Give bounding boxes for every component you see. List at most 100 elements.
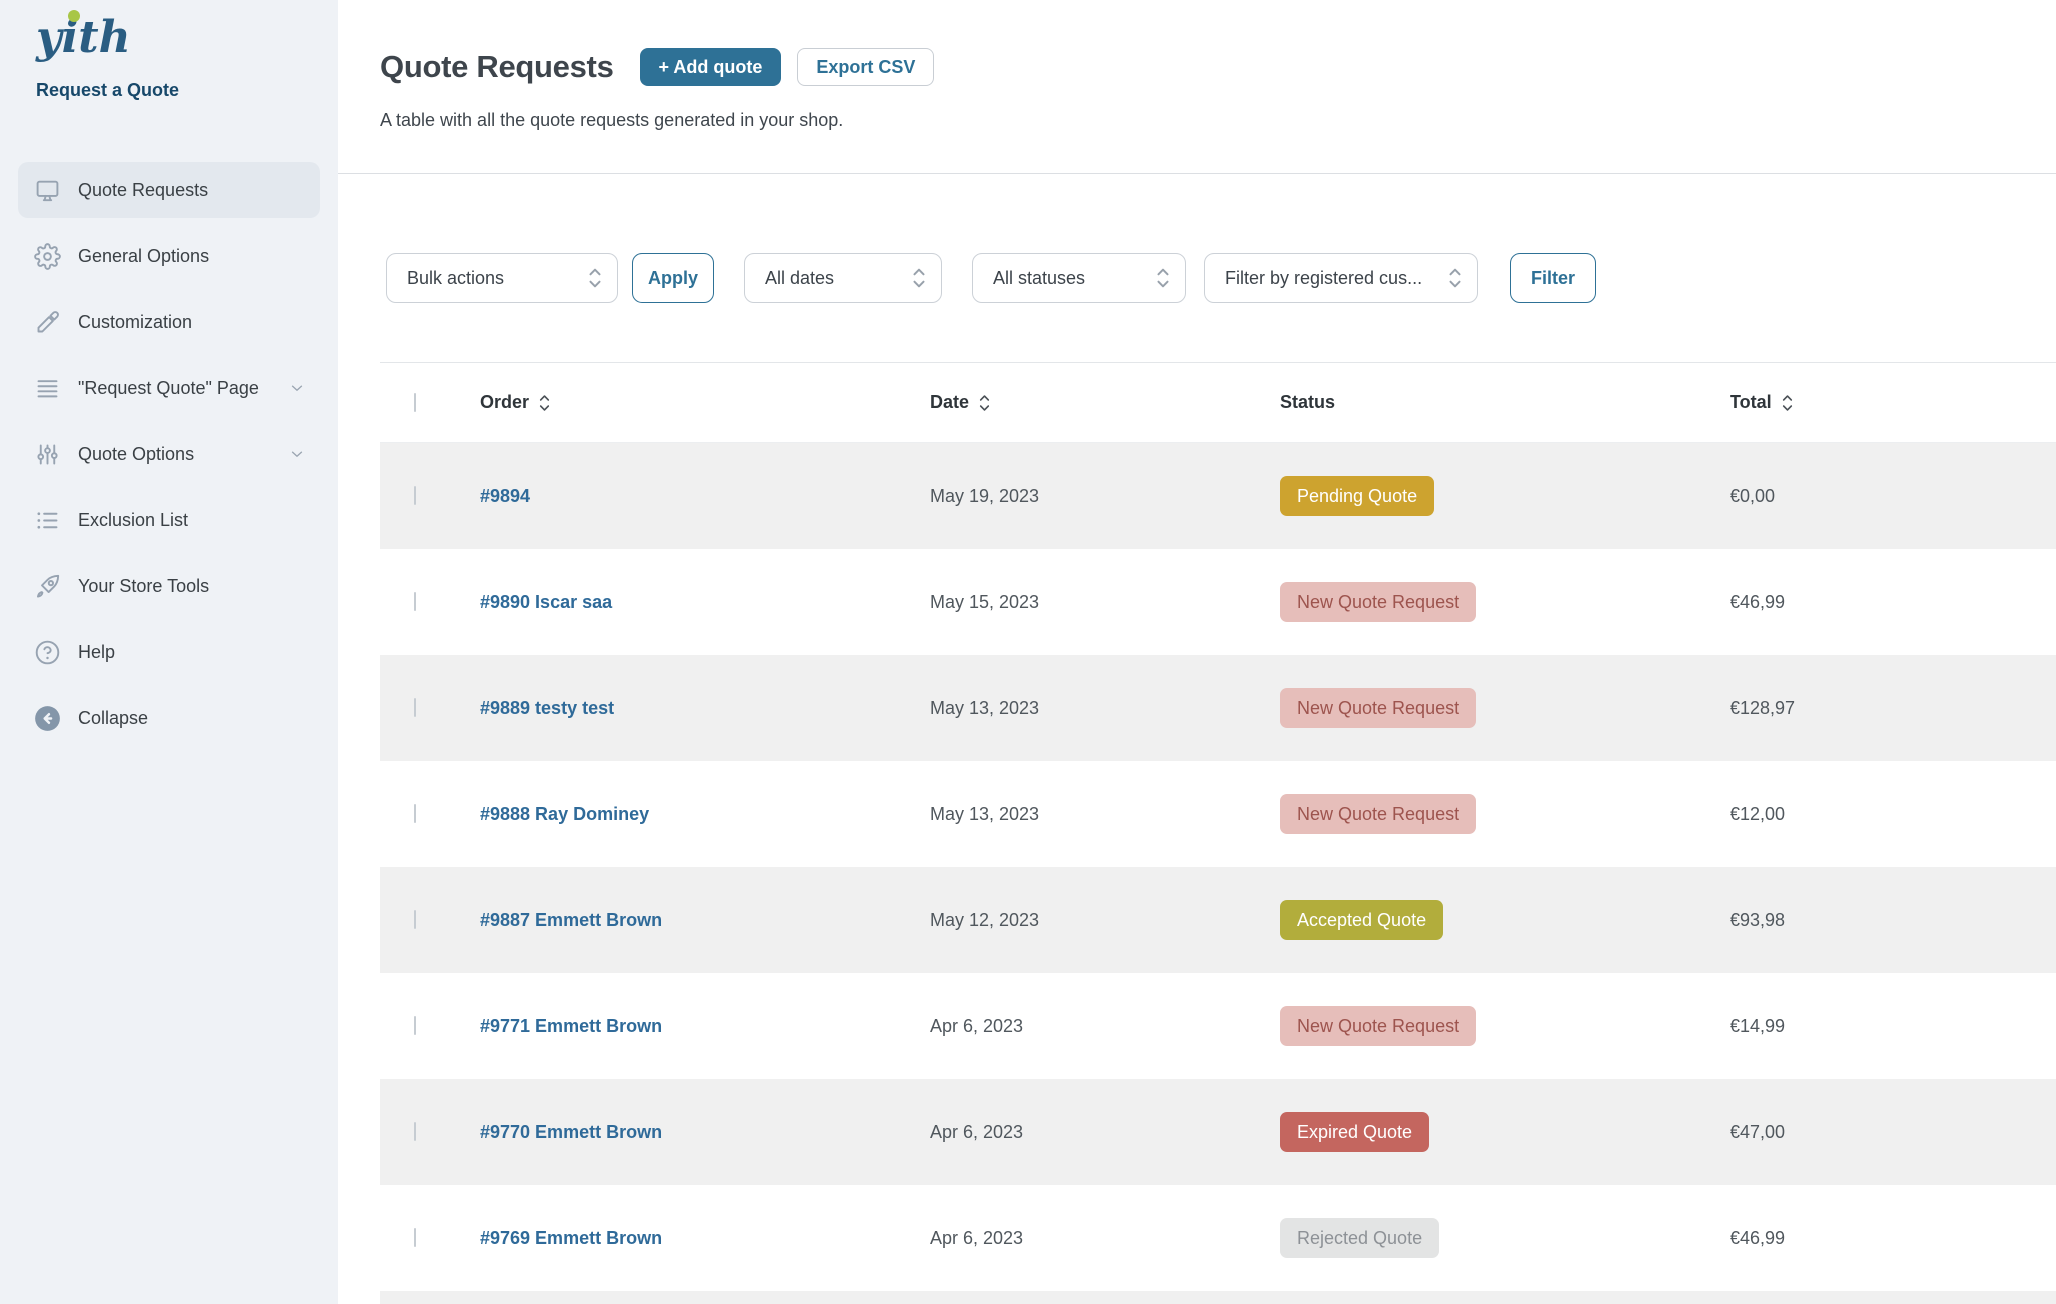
total-cell: €12,00 (1730, 804, 2056, 825)
customer-filter-value: Filter by registered cus... (1225, 268, 1439, 289)
total-cell: €46,99 (1730, 1228, 2056, 1249)
order-link[interactable]: #9770 Emmett Brown (480, 1122, 662, 1142)
date-cell: May 12, 2023 (930, 910, 1280, 931)
sort-icon (1781, 392, 1794, 414)
row-checkbox[interactable] (414, 1122, 416, 1141)
sidebar-item-your-store-tools[interactable]: Your Store Tools (18, 558, 320, 614)
select-all-checkbox[interactable] (414, 393, 416, 412)
page-header: Quote Requests + Add quote Export CSV A … (338, 0, 2056, 174)
row-checkbox[interactable] (414, 804, 416, 823)
sidebar-item-label: General Options (78, 246, 209, 267)
sidebar-item-label: Your Store Tools (78, 576, 209, 597)
status-badge: Rejected Quote (1280, 1218, 1439, 1258)
chevron-down-icon (288, 445, 306, 463)
filter-button[interactable]: Filter (1510, 253, 1596, 303)
date-cell: Apr 6, 2023 (930, 1122, 1280, 1143)
sidebar-item-customization[interactable]: Customization (18, 294, 320, 350)
table-row: #9894 May 19, 2023 Pending Quote €0,00 (380, 443, 2056, 549)
main-content: Quote Requests + Add quote Export CSV A … (338, 0, 2056, 1304)
sidebar-item-help[interactable]: Help (18, 624, 320, 680)
status-badge: Expired Quote (1280, 1112, 1429, 1152)
sliders-icon (34, 441, 61, 468)
order-link[interactable]: #9771 Emmett Brown (480, 1016, 662, 1036)
list-icon (34, 507, 61, 534)
apply-button[interactable]: Apply (632, 253, 714, 303)
table-row: #9887 Emmett Brown May 12, 2023 Accepted… (380, 867, 2056, 973)
total-cell: €128,97 (1730, 698, 2056, 719)
date-cell: Apr 6, 2023 (930, 1228, 1280, 1249)
gear-icon (34, 243, 61, 270)
status-badge: New Quote Request (1280, 688, 1476, 728)
sidebar-item-collapse[interactable]: Collapse (18, 690, 320, 746)
row-checkbox[interactable] (414, 1228, 416, 1247)
page-title: Quote Requests (380, 49, 614, 85)
sidebar-item-request-quote-page[interactable]: "Request Quote" Page (18, 360, 320, 416)
table-row: #9889 testy test May 13, 2023 New Quote … (380, 655, 2056, 761)
sidebar-item-exclusion-list[interactable]: Exclusion List (18, 492, 320, 548)
collapse-icon (34, 705, 61, 732)
row-checkbox[interactable] (414, 910, 416, 929)
sidebar-item-label: Customization (78, 312, 192, 333)
date-cell: May 15, 2023 (930, 592, 1280, 613)
export-csv-button[interactable]: Export CSV (797, 48, 934, 86)
filter-bar: Bulk actions Apply All dates All statuse… (386, 253, 2056, 303)
customer-filter-select[interactable]: Filter by registered cus... (1204, 253, 1478, 303)
status-badge: New Quote Request (1280, 794, 1476, 834)
status-filter-value: All statuses (993, 268, 1147, 289)
sidebar-item-label: "Request Quote" Page (78, 378, 259, 399)
quotes-table: Order Date Status Total #9894 May 19, 20… (380, 362, 2056, 1304)
rocket-icon (34, 573, 61, 600)
lines-icon (34, 375, 61, 402)
date-cell: May 19, 2023 (930, 486, 1280, 507)
date-filter-value: All dates (765, 268, 903, 289)
total-cell: €0,00 (1730, 486, 2056, 507)
order-link[interactable]: #9894 (480, 486, 530, 506)
row-checkbox[interactable] (414, 1016, 416, 1035)
eyedropper-icon (34, 309, 61, 336)
status-badge: New Quote Request (1280, 1006, 1476, 1046)
status-badge: Pending Quote (1280, 476, 1434, 516)
add-quote-button[interactable]: + Add quote (640, 48, 782, 86)
select-arrows-icon (1155, 265, 1171, 291)
total-cell: €47,00 (1730, 1122, 2056, 1143)
order-link[interactable]: #9890 Iscar saa (480, 592, 612, 612)
column-header-total[interactable]: Total (1730, 392, 2056, 414)
sidebar-item-quote-requests[interactable]: Quote Requests (18, 162, 320, 218)
order-link[interactable]: #9769 Emmett Brown (480, 1228, 662, 1248)
row-checkbox[interactable] (414, 486, 416, 505)
bulk-actions-select[interactable]: Bulk actions (386, 253, 618, 303)
sidebar-item-label: Quote Requests (78, 180, 208, 201)
table-row: #9890 Iscar saa May 15, 2023 New Quote R… (380, 549, 2056, 655)
status-filter-select[interactable]: All statuses (972, 253, 1186, 303)
row-checkbox[interactable] (414, 698, 416, 717)
sidebar-item-label: Quote Options (78, 444, 194, 465)
sidebar-item-label: Help (78, 642, 115, 663)
sort-icon (538, 392, 551, 414)
plugin-name: Request a Quote (36, 80, 179, 101)
column-header-date[interactable]: Date (930, 392, 1280, 414)
date-cell: May 13, 2023 (930, 698, 1280, 719)
bulk-actions-value: Bulk actions (407, 268, 579, 289)
logo-dot (68, 10, 80, 22)
yith-logo: yith (34, 4, 138, 70)
total-cell: €46,99 (1730, 592, 2056, 613)
table-row: #9769 Emmett Brown Apr 6, 2023 Rejected … (380, 1185, 2056, 1291)
date-cell: May 13, 2023 (930, 804, 1280, 825)
monitor-icon (34, 177, 61, 204)
total-cell: €93,98 (1730, 910, 2056, 931)
order-link[interactable]: #9887 Emmett Brown (480, 910, 662, 930)
order-link[interactable]: #9889 testy test (480, 698, 614, 718)
table-row: #9771 Emmett Brown Apr 6, 2023 New Quote… (380, 973, 2056, 1079)
order-link[interactable]: #9888 Ray Dominey (480, 804, 649, 824)
help-icon (34, 639, 61, 666)
date-cell: Apr 6, 2023 (930, 1016, 1280, 1037)
sort-icon (978, 392, 991, 414)
sidebar-item-quote-options[interactable]: Quote Options (18, 426, 320, 482)
chevron-down-icon (288, 379, 306, 397)
date-filter-select[interactable]: All dates (744, 253, 942, 303)
column-header-order[interactable]: Order (480, 392, 930, 414)
sidebar: yith Request a Quote Quote Requests Gene… (0, 0, 338, 1304)
logo-wordmark: yith (35, 12, 131, 63)
sidebar-item-general-options[interactable]: General Options (18, 228, 320, 284)
row-checkbox[interactable] (414, 592, 416, 611)
